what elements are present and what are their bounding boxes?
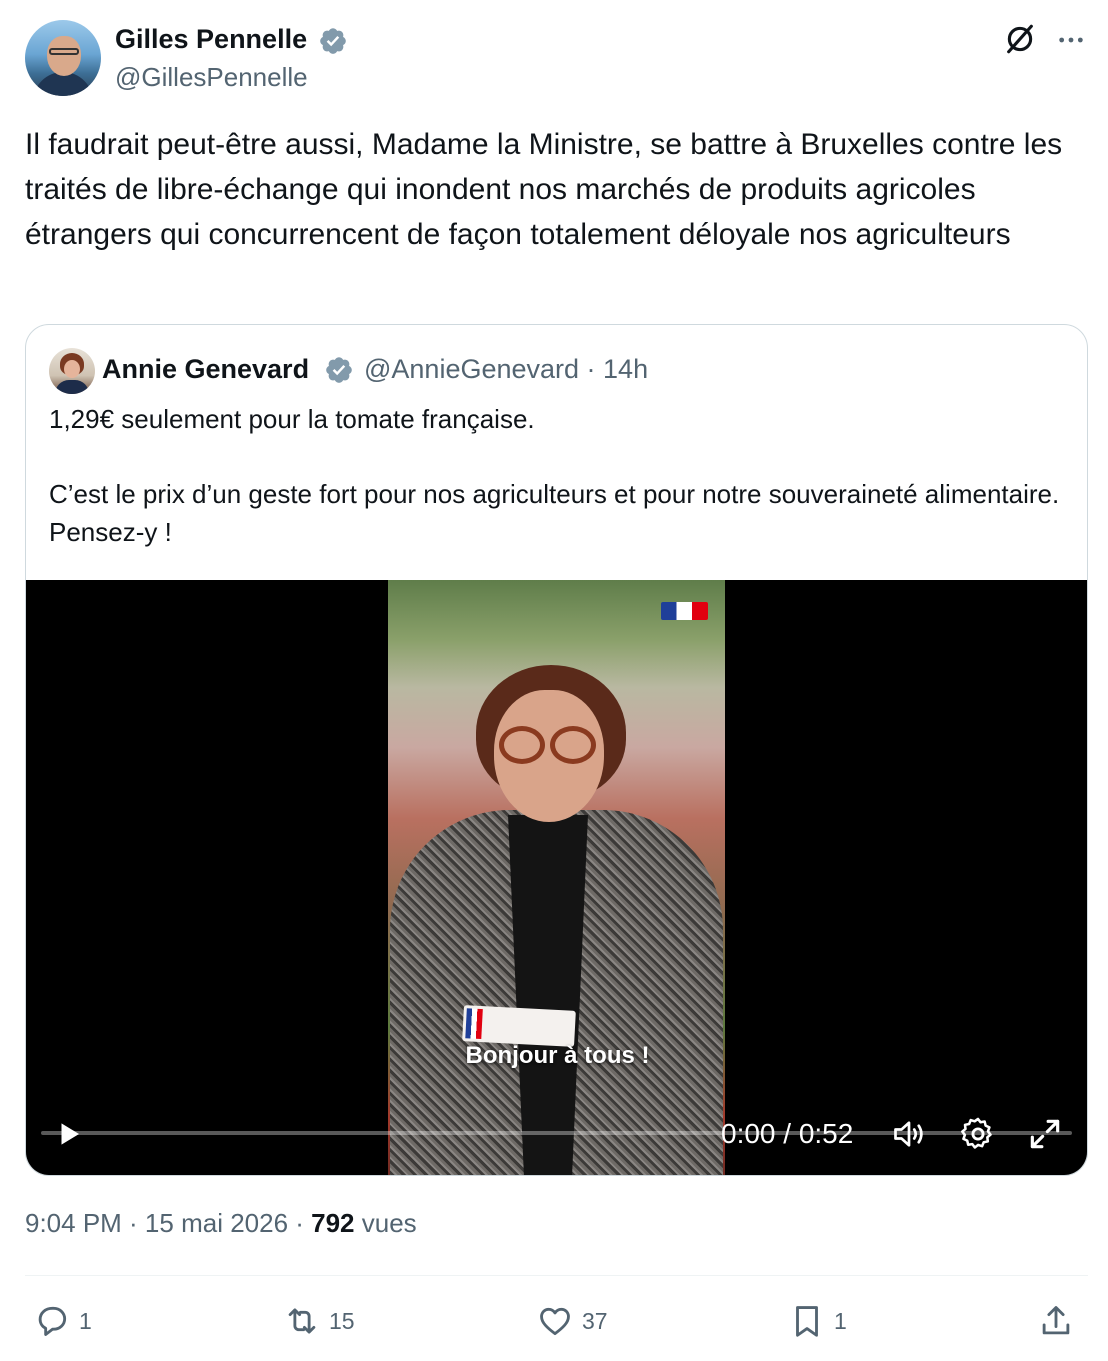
reply-button[interactable]: 1 bbox=[33, 1296, 92, 1346]
author-name[interactable]: Gilles Pennelle bbox=[115, 24, 307, 55]
video-subtitle: Bonjour à tous ! bbox=[465, 1042, 650, 1069]
share-icon bbox=[1042, 1306, 1070, 1335]
retweet-icon bbox=[288, 1308, 316, 1334]
fullscreen-icon[interactable] bbox=[1026, 1115, 1064, 1153]
views-label: vues bbox=[354, 1208, 417, 1238]
tweet-actions: 1 15 37 1 bbox=[25, 1296, 1088, 1346]
tweet-meta: 9:04 PM · 15 mai 2026 · 792 vues bbox=[25, 1208, 417, 1239]
author-avatar[interactable] bbox=[25, 20, 101, 96]
author-handle[interactable]: @GillesPennelle bbox=[115, 62, 308, 93]
more-icon[interactable] bbox=[1055, 24, 1087, 56]
verified-badge-icon bbox=[326, 357, 352, 383]
play-icon[interactable] bbox=[54, 1117, 84, 1151]
verified-badge-icon bbox=[320, 28, 346, 54]
quoted-author-avatar bbox=[49, 348, 95, 394]
video-frame bbox=[388, 580, 725, 1175]
reply-count: 1 bbox=[79, 1307, 92, 1334]
divider bbox=[25, 1275, 1088, 1276]
retweet-button[interactable]: 15 bbox=[283, 1296, 355, 1346]
tweet-text: Il faudrait peut-être aussi, Madame la M… bbox=[25, 128, 1063, 251]
reply-icon bbox=[38, 1306, 67, 1336]
views-count: 792 bbox=[311, 1208, 355, 1238]
french-government-logo bbox=[661, 602, 708, 620]
bookmark-button[interactable]: 1 bbox=[788, 1296, 847, 1346]
bookmark-icon bbox=[796, 1306, 818, 1337]
quoted-text-line: C’est le prix d’un geste fort pour nos a… bbox=[49, 479, 1060, 547]
video-time: 0:00 / 0:52 bbox=[721, 1118, 854, 1149]
heart-icon bbox=[540, 1307, 570, 1336]
quoted-text-line: 1,29€ seulement pour la tomate française… bbox=[49, 404, 535, 434]
quoted-author-name: Annie Genevard bbox=[102, 354, 310, 384]
tweet-timestamp[interactable]: 9:04 PM · 15 mai 2026 · bbox=[25, 1208, 311, 1238]
gear-icon[interactable] bbox=[959, 1115, 997, 1153]
video-player[interactable]: Bonjour à tous ! 0:00 / 0:52 bbox=[26, 580, 1087, 1175]
volume-icon[interactable] bbox=[890, 1116, 928, 1152]
share-button[interactable] bbox=[1037, 1296, 1075, 1346]
tweet-header: Gilles Pennelle @GillesPennelle bbox=[25, 20, 1088, 98]
tomato-box bbox=[462, 1005, 576, 1047]
quoted-tweet[interactable]: Annie Genevard @AnnieGenevard · 14h 1,29… bbox=[25, 324, 1088, 1176]
grok-icon[interactable] bbox=[1003, 22, 1037, 56]
like-count: 37 bbox=[582, 1307, 608, 1334]
bookmark-count: 1 bbox=[834, 1307, 847, 1334]
like-button[interactable]: 37 bbox=[536, 1296, 608, 1346]
retweet-count: 15 bbox=[329, 1307, 355, 1334]
quoted-tweet-text: 1,29€ seulement pour la tomate française… bbox=[49, 401, 1069, 551]
quoted-author-handle: @AnnieGenevard · 14h bbox=[364, 354, 649, 384]
